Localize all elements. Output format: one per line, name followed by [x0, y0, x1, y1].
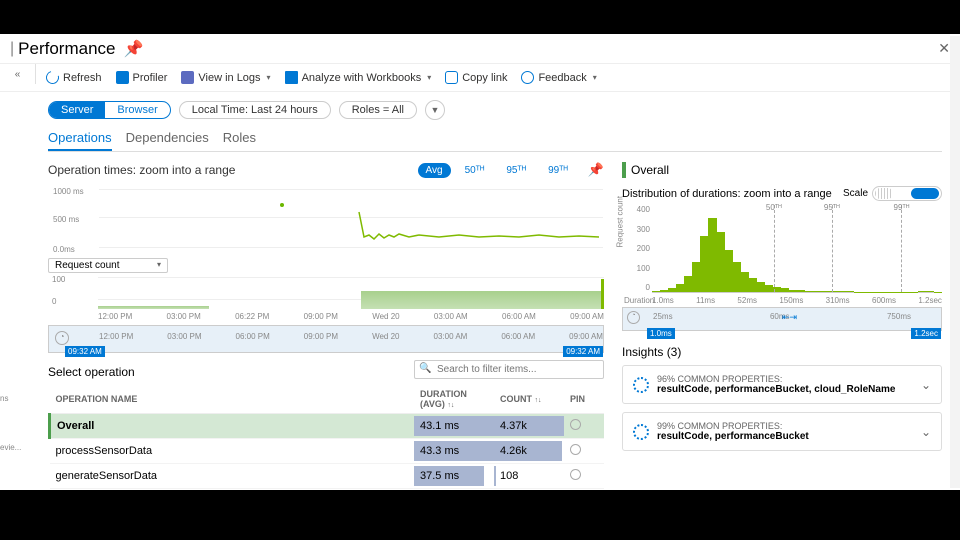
distribution-chart[interactable]: Request count 4003002001000 50ᵀᴴ95ᵀᴴ99ᵀᴴ…: [622, 205, 942, 305]
agg-p99[interactable]: 99ᵀᴴ: [540, 163, 576, 178]
close-icon[interactable]: ✕: [938, 40, 950, 57]
dist-brush[interactable]: ◔ 25ms60ms750ms 1.0ms 1.2sec ⇤⇥: [622, 307, 942, 331]
brush-end: 09:32 AM: [563, 346, 603, 357]
pin-radio[interactable]: [570, 469, 581, 480]
profiler-button[interactable]: Profiler: [116, 71, 168, 84]
link-icon: [445, 71, 458, 84]
profiler-icon: [116, 71, 129, 84]
operation-times-chart[interactable]: 1000 ms 500 ms 0.0ms: [48, 184, 604, 256]
pin-chart-icon[interactable]: 📌: [588, 162, 604, 178]
toolbar: Refresh Profiler View in Logs▾ Analyze w…: [0, 64, 960, 92]
select-operation-title: Select operation: [48, 365, 135, 379]
insight-card[interactable]: 99% COMMON PROPERTIES:resultCode, perfor…: [622, 412, 942, 451]
table-row[interactable]: generateSensorData 37.5 ms 108: [50, 464, 605, 489]
expand-icon[interactable]: ⇤⇥: [782, 312, 797, 323]
workbooks-icon: [285, 71, 298, 84]
time-range-chip[interactable]: Local Time: Last 24 hours: [179, 101, 331, 119]
agg-p50[interactable]: 50ᵀᴴ: [457, 163, 493, 178]
feedback-icon: [521, 71, 534, 84]
collapse-button[interactable]: «: [0, 64, 36, 84]
insights-title: Insights (3): [622, 345, 942, 359]
agg-p95[interactable]: 95ᵀᴴ: [498, 163, 534, 178]
chevron-down-icon: ▾: [593, 73, 597, 82]
chevron-down-icon: ▾: [267, 73, 271, 82]
logs-icon: [181, 71, 194, 84]
logs-button[interactable]: View in Logs▾: [181, 71, 270, 84]
table-row[interactable]: Overall 43.1 ms 4.37k: [50, 414, 605, 439]
chevron-down-icon[interactable]: ⌄: [921, 378, 931, 392]
tab-roles[interactable]: Roles: [223, 126, 256, 151]
chevron-down-icon[interactable]: ⌄: [921, 425, 931, 439]
server-browser-toggle[interactable]: Server Browser: [48, 101, 171, 119]
operations-table: OPERATION NAME DURATION (AVG) ↑↓ COUNT ↑…: [48, 385, 604, 489]
pin-radio[interactable]: [570, 444, 581, 455]
table-row[interactable]: processSensorData 43.3 ms 4.26k: [50, 439, 605, 464]
insight-icon: [633, 424, 649, 440]
refresh-button[interactable]: Refresh: [46, 71, 102, 84]
feedback-button[interactable]: Feedback▾: [521, 71, 596, 84]
workbooks-button[interactable]: Analyze with Workbooks▾: [285, 71, 432, 84]
chevron-down-icon: ▾: [427, 73, 431, 82]
search-input[interactable]: [414, 360, 604, 379]
pin-icon[interactable]: 📌: [123, 39, 143, 59]
pin-radio[interactable]: [570, 419, 581, 430]
brush-start: 09:32 AM: [65, 346, 105, 357]
chart1-title: Operation times: zoom into a range: [48, 163, 235, 177]
refresh-icon: [44, 69, 62, 87]
tab-dependencies[interactable]: Dependencies: [126, 126, 209, 151]
insight-card[interactable]: 96% COMMON PROPERTIES:resultCode, perfor…: [622, 365, 942, 404]
request-count-chart[interactable]: 100 0 12:00 PM03:00 PM06:22 PM09:00 PMWe…: [48, 275, 604, 321]
scale-toggle[interactable]: [872, 186, 942, 201]
agg-avg[interactable]: Avg: [418, 163, 451, 178]
page-title: Performance: [18, 39, 115, 59]
search-icon: 🔍: [419, 363, 431, 374]
time-brush[interactable]: ◔ 12:00 PM03:00 PM06:00 PM09:00 PMWed 20…: [48, 325, 604, 353]
copy-link-button[interactable]: Copy link: [445, 71, 507, 84]
tab-operations[interactable]: Operations: [48, 126, 112, 151]
roles-chip[interactable]: Roles = All: [339, 101, 417, 119]
server-pill[interactable]: Server: [49, 102, 105, 118]
browser-pill[interactable]: Browser: [105, 102, 169, 118]
overall-marker: [622, 162, 626, 178]
filter-icon[interactable]: ▼: [425, 100, 445, 120]
dist-title: Distribution of durations: zoom into a r…: [622, 188, 832, 200]
insight-icon: [633, 377, 649, 393]
metric-selector[interactable]: Request count▾: [48, 258, 168, 273]
overall-label: Overall: [631, 163, 669, 177]
